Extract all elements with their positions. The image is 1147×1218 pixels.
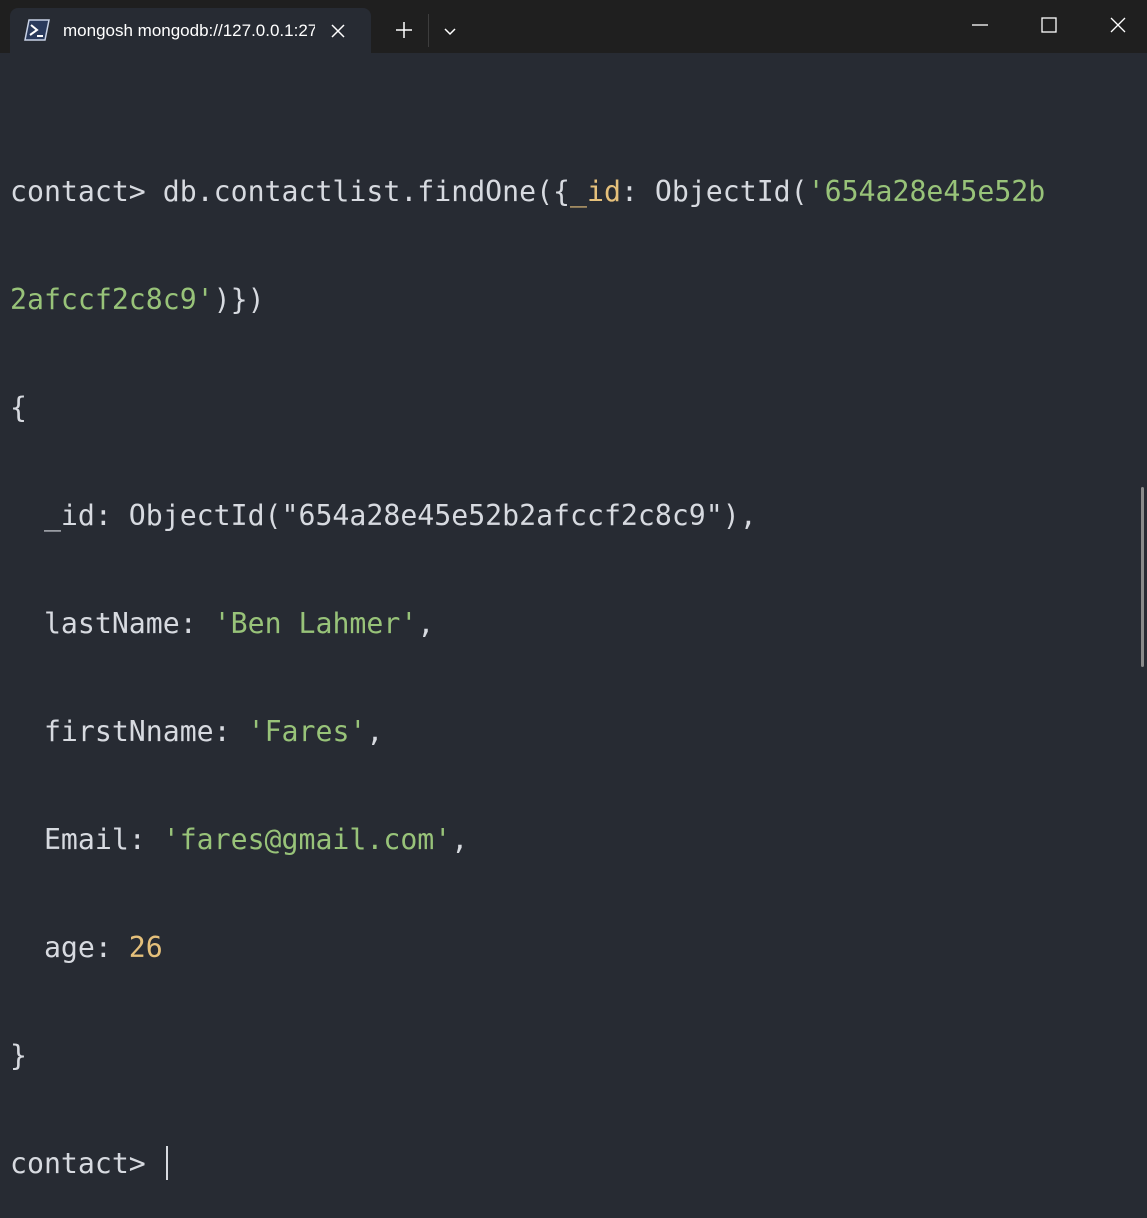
input-line[interactable]: contact> [10,1146,1120,1182]
result-age: age: 26 [10,931,163,964]
close-icon[interactable] [1105,12,1131,38]
title-bar: mongosh mongodb://127.0.0.1:27017/contac… [0,0,1147,53]
maximize-icon[interactable] [1036,12,1062,38]
tab-separator [428,14,429,47]
scrollbar[interactable] [1141,487,1144,667]
close-tab-icon[interactable] [328,21,348,41]
result-lastname: lastName: 'Ben Lahmer', [10,607,435,640]
prompt: contact> [10,1147,163,1180]
result-id: _id: ObjectId("654a28e45e52b2afccf2c8c9"… [10,499,757,532]
tab-title: mongosh mongodb://127.0.0.1:27017/contac… [63,21,315,40]
new-tab-icon[interactable] [391,17,417,43]
text-cursor [165,1146,168,1180]
terminal-output[interactable]: contact> db.contactlist.findOne({_id: Ob… [10,102,1120,1218]
result-open: { [10,391,27,424]
terminal-tab[interactable]: mongosh mongodb://127.0.0.1:27017/contac… [10,8,371,53]
result-email: Email: 'fares@gmail.com', [10,823,469,856]
chevron-down-icon[interactable] [438,19,462,43]
result-close: } [10,1039,27,1072]
command-line-wrap: 2afccf2c8c9')}) [10,283,265,316]
command-line: contact> db.contactlist.findOne({_id: Ob… [10,175,1046,208]
powershell-icon [24,19,50,41]
prompt: contact> [10,175,163,208]
result-firstname: firstNname: 'Fares', [10,715,384,748]
minimize-icon[interactable] [967,12,993,38]
